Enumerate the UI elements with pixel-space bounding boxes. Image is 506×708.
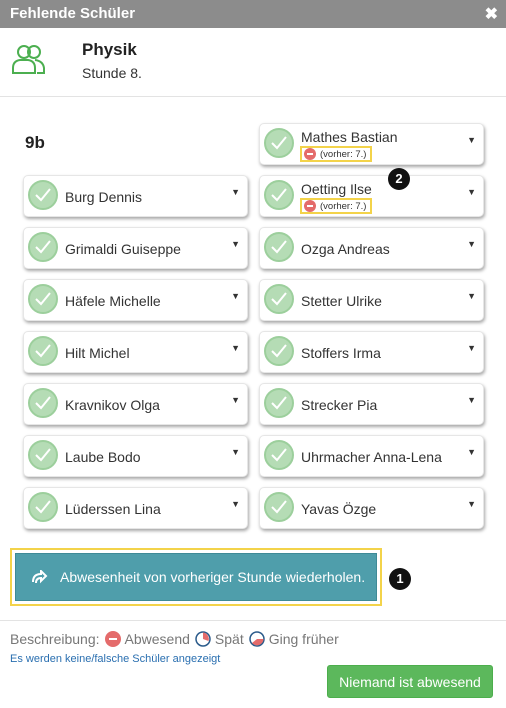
legend: Beschreibung: Abwesend Spät Ging früher <box>10 631 339 647</box>
nobody-absent-button[interactable]: Niemand ist abwesend <box>327 665 493 698</box>
chevron-down-icon[interactable]: ▼ <box>231 239 240 249</box>
present-check-icon[interactable] <box>264 388 294 418</box>
present-check-icon[interactable] <box>28 180 58 210</box>
student-name: Kravnikov Olga <box>65 397 160 413</box>
student-card[interactable]: Oetting Ilse (vorher: 7.) ▼ <box>259 175 484 217</box>
chevron-down-icon[interactable]: ▼ <box>231 447 240 457</box>
student-name: Ozga Andreas <box>301 241 390 257</box>
absent-icon <box>304 200 316 212</box>
present-check-icon[interactable] <box>28 440 58 470</box>
present-check-icon[interactable] <box>28 492 58 522</box>
present-check-icon[interactable] <box>264 336 294 366</box>
student-card[interactable]: Strecker Pia ▼ <box>259 383 484 425</box>
present-check-icon[interactable] <box>264 232 294 262</box>
student-card[interactable]: Ozga Andreas ▼ <box>259 227 484 269</box>
repeat-highlight: Abwesenheit von vorheriger Stunde wieder… <box>10 548 382 606</box>
student-name: Grimaldi Guiseppe <box>65 241 181 257</box>
class-label: 9b <box>25 133 45 152</box>
previous-absence-text: (vorher: 7.) <box>320 148 367 160</box>
repeat-absence-button[interactable]: Abwesenheit von vorheriger Stunde wieder… <box>15 553 377 601</box>
present-check-icon[interactable] <box>264 440 294 470</box>
present-check-icon[interactable] <box>28 336 58 366</box>
redo-arrow-icon <box>30 568 48 589</box>
student-card[interactable]: Stoffers Irma ▼ <box>259 331 484 373</box>
student-name: Laube Bodo <box>65 449 141 465</box>
annotation-marker-2: 2 <box>388 168 410 190</box>
chevron-down-icon[interactable]: ▼ <box>467 291 476 301</box>
chevron-down-icon[interactable]: ▼ <box>231 395 240 405</box>
student-card[interactable]: Kravnikov Olga ▼ <box>23 383 248 425</box>
present-check-icon[interactable] <box>264 492 294 522</box>
student-name: Häfele Michelle <box>65 293 161 309</box>
present-check-icon[interactable] <box>264 128 294 158</box>
absent-icon <box>304 148 316 160</box>
student-card[interactable]: Grimaldi Guiseppe ▼ <box>23 227 248 269</box>
subject-title: Physik <box>82 40 137 59</box>
student-card[interactable]: Burg Dennis ▼ <box>23 175 248 217</box>
student-card[interactable]: Lüderssen Lina ▼ <box>23 487 248 529</box>
student-name: Hilt Michel <box>65 345 130 361</box>
legend-late-text: Spät <box>214 631 244 647</box>
present-check-icon[interactable] <box>264 180 294 210</box>
dialog-title: Fehlende Schüler <box>10 5 136 22</box>
present-check-icon[interactable] <box>28 232 58 262</box>
student-card[interactable]: Hilt Michel ▼ <box>23 331 248 373</box>
lesson-period: Stunde 8. <box>82 65 142 81</box>
previous-absence-badge: (vorher: 7.) <box>300 146 373 162</box>
student-name: Stetter Ulrike <box>301 293 382 309</box>
chevron-down-icon[interactable]: ▼ <box>467 187 476 197</box>
chevron-down-icon[interactable]: ▼ <box>467 343 476 353</box>
student-name: Yavas Özge <box>301 501 377 517</box>
student-card[interactable]: Yavas Özge ▼ <box>259 487 484 529</box>
present-check-icon[interactable] <box>28 388 58 418</box>
student-name: Lüderssen Lina <box>65 501 161 517</box>
repeat-absence-label: Abwesenheit von vorheriger Stunde wieder… <box>60 569 366 585</box>
chevron-down-icon[interactable]: ▼ <box>467 447 476 457</box>
chevron-down-icon[interactable]: ▼ <box>467 395 476 405</box>
users-icon <box>10 42 48 81</box>
chevron-down-icon[interactable]: ▼ <box>231 343 240 353</box>
footer-divider <box>0 620 506 621</box>
chevron-down-icon[interactable]: ▼ <box>231 291 240 301</box>
previous-absence-text: (vorher: 7.) <box>320 200 367 212</box>
student-name: Stoffers Irma <box>301 345 381 361</box>
legend-absent-text: Abwesend <box>124 631 190 647</box>
student-name: Burg Dennis <box>65 189 143 205</box>
student-card[interactable]: Stetter Ulrike ▼ <box>259 279 484 321</box>
chevron-down-icon[interactable]: ▼ <box>467 135 476 145</box>
student-card[interactable]: Häfele Michelle ▼ <box>23 279 248 321</box>
close-icon[interactable]: ✖ <box>485 4 498 24</box>
annotation-marker-1: 1 <box>389 568 411 590</box>
student-name: Strecker Pia <box>301 397 378 413</box>
present-check-icon[interactable] <box>264 284 294 314</box>
previous-absence-badge: (vorher: 7.) <box>300 198 373 214</box>
chevron-down-icon[interactable]: ▼ <box>231 187 240 197</box>
legend-absent: Abwesend <box>104 631 190 647</box>
late-clock-icon <box>195 631 211 647</box>
legend-left-early-text: Ging früher <box>268 631 339 647</box>
student-name: Mathes Bastian <box>301 129 398 145</box>
chevron-down-icon[interactable]: ▼ <box>467 239 476 249</box>
missing-students-link[interactable]: Es werden keine/falsche Schüler angezeig… <box>10 653 220 665</box>
student-card[interactable]: Mathes Bastian (vorher: 7.) ▼ <box>259 123 484 165</box>
dialog-titlebar: Fehlende Schüler ✖ <box>0 0 506 28</box>
legend-late: Spät <box>195 631 244 647</box>
legend-left-early: Ging früher <box>248 631 339 647</box>
chevron-down-icon[interactable]: ▼ <box>231 499 240 509</box>
legend-label: Beschreibung: <box>10 631 100 647</box>
student-name: Oetting Ilse <box>301 181 372 197</box>
chevron-down-icon[interactable]: ▼ <box>467 499 476 509</box>
lesson-header: Physik Stunde 8. <box>0 28 506 97</box>
student-card[interactable]: Uhrmacher Anna-Lena ▼ <box>259 435 484 477</box>
present-check-icon[interactable] <box>28 284 58 314</box>
student-name: Uhrmacher Anna-Lena <box>301 449 442 465</box>
student-card[interactable]: Laube Bodo ▼ <box>23 435 248 477</box>
absent-icon <box>104 631 121 647</box>
left-early-clock-icon <box>248 631 265 647</box>
